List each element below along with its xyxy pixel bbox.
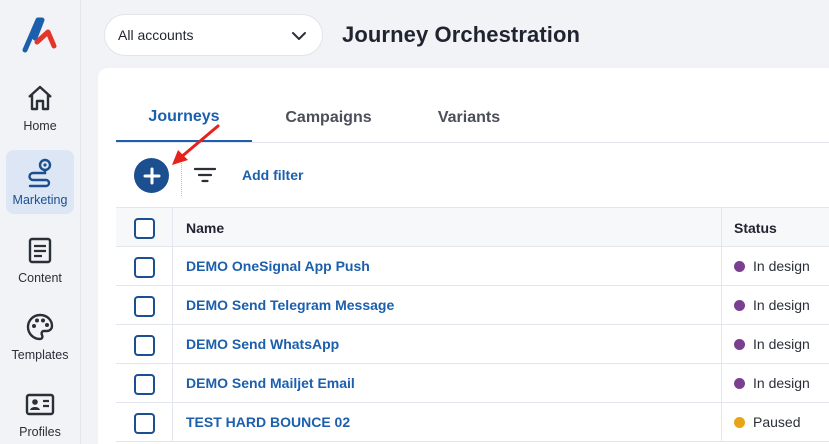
- table-header-row: Name Status: [116, 207, 829, 247]
- sidebar-item-content[interactable]: Content: [6, 228, 74, 292]
- select-all-checkbox[interactable]: [134, 218, 155, 239]
- sidebar-item-label: Home: [23, 119, 57, 133]
- journeys-table: Name Status DEMO OneSignal App Push In d…: [116, 207, 829, 442]
- journey-name-link[interactable]: DEMO Send Mailjet Email: [186, 375, 355, 391]
- sidebar-item-label: Templates: [11, 348, 69, 362]
- tab-campaigns[interactable]: Campaigns: [252, 94, 405, 142]
- column-divider: [721, 286, 722, 324]
- column-divider: [721, 247, 722, 285]
- row-checkbox[interactable]: [134, 296, 155, 317]
- status-dot-icon: [734, 338, 745, 350]
- journey-name-link[interactable]: TEST HARD BOUNCE 02: [186, 414, 350, 430]
- row-checkbox[interactable]: [134, 374, 155, 395]
- status-badge: In design: [734, 336, 810, 352]
- status-text: Paused: [753, 414, 801, 430]
- column-divider: [172, 325, 173, 363]
- sidebar-item-marketing[interactable]: Marketing: [6, 150, 74, 214]
- app-logo-icon[interactable]: [20, 14, 60, 54]
- tab-variants[interactable]: Variants: [405, 94, 533, 142]
- account-selector[interactable]: All accounts: [104, 14, 323, 56]
- journey-name-link[interactable]: DEMO Send Telegram Message: [186, 297, 394, 313]
- column-header-status[interactable]: Status: [734, 220, 777, 236]
- palette-icon: [26, 313, 54, 341]
- sidebar-item-templates[interactable]: Templates: [6, 305, 74, 369]
- sidebar-item-home[interactable]: Home: [6, 76, 74, 140]
- row-checkbox[interactable]: [134, 257, 155, 278]
- add-filter-link[interactable]: Add filter: [242, 167, 303, 183]
- status-dot-icon: [734, 260, 745, 272]
- sidebar-item-label: Content: [18, 271, 62, 285]
- column-divider: [172, 208, 173, 246]
- content-document-icon: [28, 237, 52, 264]
- plus-icon: [143, 167, 160, 184]
- row-checkbox[interactable]: [134, 413, 155, 434]
- sidebar-item-label: Profiles: [19, 425, 61, 439]
- journey-name-link[interactable]: DEMO OneSignal App Push: [186, 258, 370, 274]
- column-divider: [721, 325, 722, 363]
- column-divider: [721, 403, 722, 441]
- page-title: Journey Orchestration: [342, 22, 581, 47]
- status-text: In design: [753, 297, 810, 313]
- journey-name-link[interactable]: DEMO Send WhatsApp: [186, 336, 339, 352]
- status-dot-icon: [734, 377, 745, 389]
- column-divider: [172, 364, 173, 402]
- column-divider: [172, 403, 173, 441]
- column-divider: [172, 247, 173, 285]
- account-selector-value: All accounts: [118, 27, 194, 43]
- sidebar-item-profiles[interactable]: Profiles: [6, 382, 74, 444]
- sidebar-item-label: Marketing: [12, 193, 68, 207]
- add-journey-button[interactable]: [134, 158, 169, 193]
- status-badge: Paused: [734, 414, 800, 430]
- row-checkbox[interactable]: [134, 335, 155, 356]
- table-row[interactable]: TEST HARD BOUNCE 02 Paused: [116, 403, 829, 442]
- status-dot-icon: [734, 416, 745, 428]
- table-row[interactable]: DEMO OneSignal App Push In design: [116, 247, 829, 286]
- status-badge: In design: [734, 258, 810, 274]
- status-badge: In design: [734, 375, 810, 391]
- chevron-down-icon: [292, 32, 306, 40]
- home-icon: [28, 85, 52, 111]
- status-text: In design: [753, 336, 810, 352]
- status-text: In design: [753, 258, 810, 274]
- status-badge: In design: [734, 297, 810, 313]
- table-row[interactable]: DEMO Send WhatsApp In design: [116, 325, 829, 364]
- status-dot-icon: [734, 299, 745, 311]
- table-row[interactable]: DEMO Send Mailjet Email In design: [116, 364, 829, 403]
- column-divider: [172, 286, 173, 324]
- profile-card-icon: [25, 393, 55, 416]
- column-header-name[interactable]: Name: [186, 220, 224, 236]
- column-divider: [721, 364, 722, 402]
- column-divider: [721, 208, 722, 246]
- annotation-arrow-icon: [172, 124, 220, 165]
- sidebar: Home Marketing Content Templates Profile…: [0, 0, 81, 444]
- table-row[interactable]: DEMO Send Telegram Message In design: [116, 286, 829, 325]
- status-text: In design: [753, 375, 810, 391]
- marketing-route-icon: [28, 158, 52, 188]
